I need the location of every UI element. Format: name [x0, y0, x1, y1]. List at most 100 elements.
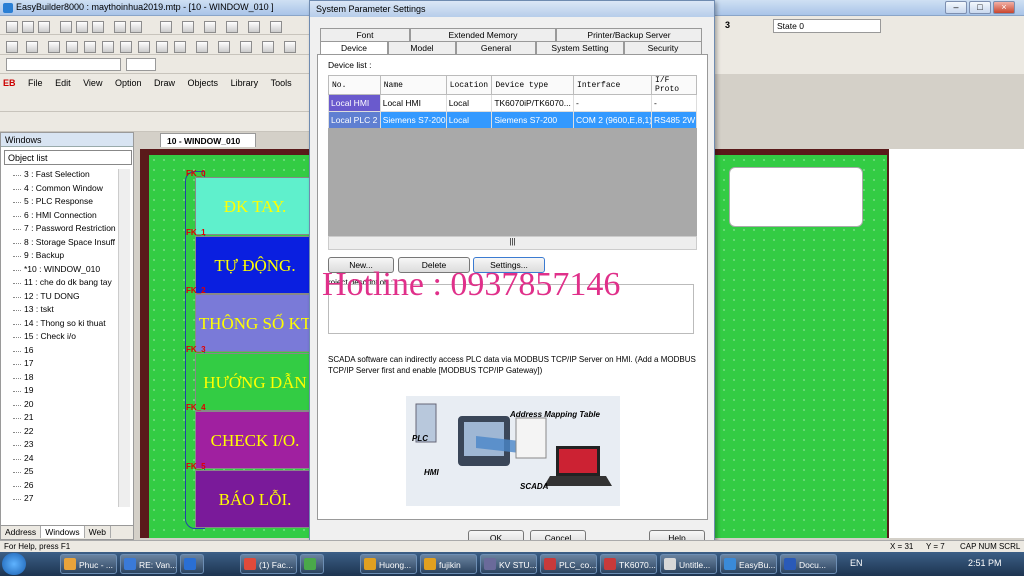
- taskbar-button[interactable]: Docu...: [780, 554, 837, 574]
- tab-printer-backup[interactable]: Printer/Backup Server: [556, 28, 702, 41]
- function-key-button[interactable]: ĐK TAY.: [195, 177, 315, 235]
- function-key-button[interactable]: THÔNG SỐ KT: [195, 294, 315, 352]
- menu-option[interactable]: Option: [110, 74, 147, 88]
- device-column-header[interactable]: No.: [328, 75, 381, 95]
- print-icon[interactable]: [160, 21, 172, 33]
- tab-security[interactable]: Security: [624, 41, 702, 54]
- start-button[interactable]: [2, 553, 26, 575]
- window-tree-item[interactable]: 4 : Common Window: [4, 183, 117, 197]
- tree-scrollbar[interactable]: [118, 169, 130, 507]
- taskbar-button[interactable]: (1) Fac...: [240, 554, 297, 574]
- device-column-header[interactable]: Location: [445, 75, 493, 95]
- button-icon[interactable]: [284, 41, 296, 53]
- window-tree-item[interactable]: 27: [4, 493, 117, 507]
- menu-file[interactable]: File: [23, 74, 48, 88]
- undo-icon[interactable]: [114, 21, 126, 33]
- open-icon[interactable]: [22, 21, 34, 33]
- zoom-icon[interactable]: [270, 21, 282, 33]
- window-tree-item[interactable]: 15 : Check i/o: [4, 331, 117, 345]
- state-combo[interactable]: State 0: [773, 19, 881, 33]
- minimize-button[interactable]: –: [945, 1, 967, 14]
- online-sim-icon[interactable]: [204, 21, 216, 33]
- device-column-header[interactable]: Name: [379, 75, 447, 95]
- rectangle-icon[interactable]: [84, 41, 96, 53]
- function-key-button[interactable]: BÁO LỖI.: [195, 469, 315, 528]
- polyline-icon[interactable]: [66, 41, 78, 53]
- tab-device[interactable]: Device: [320, 41, 388, 55]
- window-tree-item[interactable]: 19: [4, 385, 117, 399]
- bitmap-icon[interactable]: [196, 41, 208, 53]
- window-tree-item[interactable]: 17: [4, 358, 117, 372]
- tab-extended-memory[interactable]: Extended Memory: [410, 28, 556, 41]
- tab-windows[interactable]: Windows: [41, 526, 85, 538]
- pointer-icon[interactable]: [6, 41, 18, 53]
- object-list-combo[interactable]: Object list: [4, 150, 132, 165]
- compile-icon[interactable]: [182, 21, 194, 33]
- function-key-button[interactable]: TỰ ĐỘNG.: [195, 235, 315, 294]
- cut-icon[interactable]: [60, 21, 72, 33]
- window-tree-item[interactable]: 11 : che do dk bang tay: [4, 277, 117, 291]
- window-tree-item[interactable]: 8 : Storage Space Insuff: [4, 237, 117, 251]
- taskbar-button[interactable]: PLC_co...: [540, 554, 597, 574]
- taskbar-button[interactable]: EasyBu...: [720, 554, 777, 574]
- window-tree-item[interactable]: 13 : tskt: [4, 304, 117, 318]
- arc-icon[interactable]: [120, 41, 132, 53]
- taskbar-button[interactable]: [180, 554, 204, 574]
- circle-icon[interactable]: [102, 41, 114, 53]
- document-tab[interactable]: 10 - WINDOW_010: [160, 133, 256, 147]
- function-key-button[interactable]: CHECK I/O.: [195, 411, 315, 469]
- tab-system-setting[interactable]: System Setting: [536, 41, 624, 54]
- menu-library[interactable]: Library: [226, 74, 264, 88]
- offline-sim-icon[interactable]: [226, 21, 238, 33]
- tab-general[interactable]: General: [456, 41, 536, 54]
- window-tree-item[interactable]: 6 : HMI Connection: [4, 210, 117, 224]
- window-tree-item[interactable]: 3 : Fast Selection: [4, 169, 117, 183]
- lamp-icon[interactable]: [240, 41, 252, 53]
- function-key-button[interactable]: HƯỚNG DẪN: [195, 352, 315, 411]
- picture-icon[interactable]: [174, 41, 186, 53]
- window-tree-item[interactable]: 26: [4, 480, 117, 494]
- language-indicator[interactable]: EN: [850, 558, 863, 568]
- taskbar-button[interactable]: [300, 554, 324, 574]
- close-button[interactable]: ×: [993, 1, 1015, 14]
- download-icon[interactable]: [248, 21, 260, 33]
- font-combo[interactable]: [6, 58, 121, 71]
- device-row[interactable]: Local HMI Local HMI Local TK6070iP/TK6070..…: [328, 94, 697, 112]
- window-tree-item[interactable]: 24: [4, 453, 117, 467]
- save-icon[interactable]: [38, 21, 50, 33]
- taskbar-button[interactable]: KV STU...: [480, 554, 537, 574]
- window-tree-item[interactable]: 7 : Password Restriction: [4, 223, 117, 237]
- tab-address[interactable]: Address: [1, 526, 42, 538]
- window-tree-item[interactable]: 12 : TU DONG: [4, 291, 117, 305]
- device-column-header[interactable]: I/F Proto: [651, 75, 697, 95]
- tab-font[interactable]: Font: [320, 28, 410, 41]
- grid-icon[interactable]: [218, 41, 230, 53]
- device-column-header[interactable]: Interface: [573, 75, 653, 95]
- menu-objects[interactable]: Objects: [183, 74, 224, 88]
- size-combo[interactable]: [126, 58, 156, 71]
- line-icon[interactable]: [48, 41, 60, 53]
- paste-icon[interactable]: [92, 21, 104, 33]
- redo-icon[interactable]: [130, 21, 142, 33]
- device-column-header[interactable]: Device type: [491, 75, 575, 95]
- taskbar-button[interactable]: Huong...: [360, 554, 417, 574]
- window-tree-item[interactable]: 25: [4, 466, 117, 480]
- window-tree-item[interactable]: 18: [4, 372, 117, 386]
- window-tree-item[interactable]: 21: [4, 412, 117, 426]
- window-tree-item[interactable]: 14 : Thong so ki thuat: [4, 318, 117, 332]
- window-tree-item[interactable]: 16: [4, 345, 117, 359]
- switch-icon[interactable]: [262, 41, 274, 53]
- copy-icon[interactable]: [76, 21, 88, 33]
- select-icon[interactable]: [26, 41, 38, 53]
- scale-icon[interactable]: [138, 41, 150, 53]
- window-tree-item[interactable]: 23: [4, 439, 117, 453]
- text-icon[interactable]: [156, 41, 168, 53]
- menu-edit[interactable]: Edit: [50, 74, 76, 88]
- maximize-button[interactable]: □: [969, 1, 991, 14]
- window-tree-item[interactable]: 9 : Backup: [4, 250, 117, 264]
- taskbar-button[interactable]: RE: Van...: [120, 554, 177, 574]
- window-tree-item[interactable]: 5 : PLC Response: [4, 196, 117, 210]
- window-tree-item[interactable]: 20: [4, 399, 117, 413]
- taskbar-button[interactable]: Untitle...: [660, 554, 717, 574]
- menu-tools[interactable]: Tools: [266, 74, 297, 88]
